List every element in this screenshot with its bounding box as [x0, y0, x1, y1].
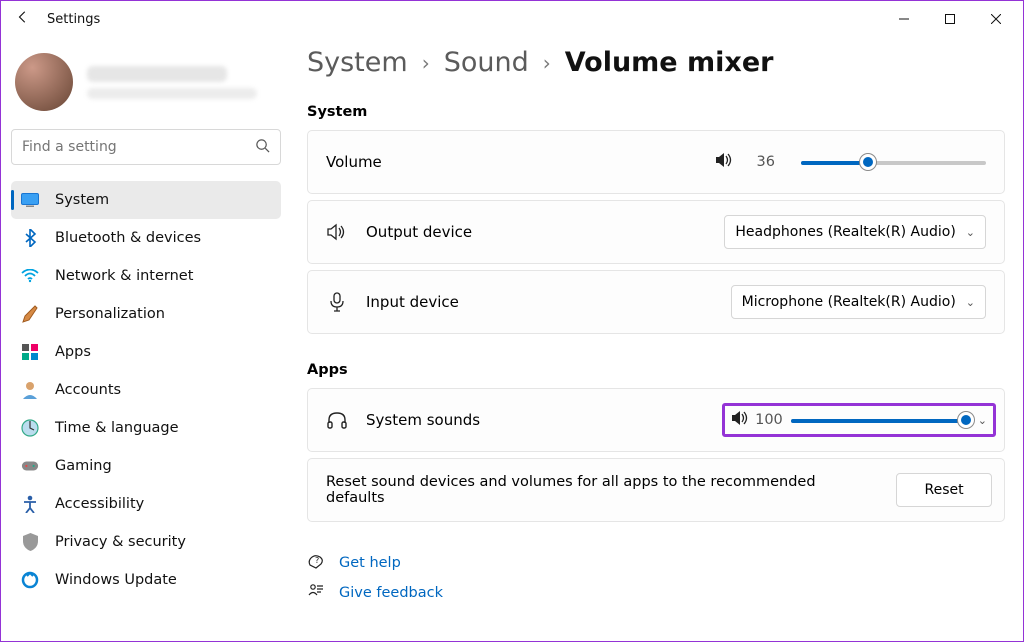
volume-card: Volume 36	[307, 130, 1005, 194]
nav-item-windows-update[interactable]: Windows Update	[11, 561, 281, 599]
reset-button[interactable]: Reset	[896, 473, 992, 507]
app-title: Settings	[47, 12, 100, 27]
nav-item-label: Time & language	[55, 420, 179, 436]
give-feedback-link[interactable]: Give feedback	[307, 578, 1005, 608]
search-box[interactable]	[11, 129, 281, 165]
search-input[interactable]	[22, 139, 255, 155]
volume-label: Volume	[326, 153, 382, 171]
display-icon	[21, 191, 39, 209]
input-device-dropdown[interactable]: Microphone (Realtek(R) Audio) ⌄	[731, 285, 986, 319]
get-help-link[interactable]: ? Get help	[307, 548, 1005, 578]
system-sounds-value: 100	[755, 412, 783, 428]
nav-list: System Bluetooth & devices Network & int…	[11, 181, 281, 599]
input-label: Input device	[366, 293, 459, 311]
get-help-label: Get help	[339, 555, 401, 571]
headphones-icon	[326, 411, 348, 429]
bluetooth-icon	[21, 229, 39, 247]
chevron-down-icon[interactable]: ⌄	[978, 414, 987, 427]
svg-text:?: ?	[315, 556, 319, 565]
microphone-icon	[326, 292, 348, 312]
search-icon	[255, 138, 270, 157]
breadcrumb-system[interactable]: System	[307, 47, 408, 78]
window-minimize-button[interactable]	[881, 3, 927, 35]
nav-item-personalization[interactable]: Personalization	[11, 295, 281, 333]
output-device-selected: Headphones (Realtek(R) Audio)	[735, 224, 955, 240]
speaker-icon[interactable]	[731, 410, 749, 430]
system-sounds-slider[interactable]	[791, 410, 966, 430]
nav-item-label: System	[55, 192, 109, 208]
breadcrumb-sound[interactable]: Sound	[444, 47, 529, 78]
user-profile[interactable]	[15, 53, 277, 111]
window-close-button[interactable]	[973, 3, 1019, 35]
input-device-selected: Microphone (Realtek(R) Audio)	[742, 294, 956, 310]
help-icon: ?	[307, 553, 325, 573]
breadcrumb: System › Sound › Volume mixer	[307, 47, 1005, 78]
output-device-dropdown[interactable]: Headphones (Realtek(R) Audio) ⌄	[724, 215, 986, 249]
reset-card: Reset sound devices and volumes for all …	[307, 458, 1005, 522]
nav-item-accessibility[interactable]: Accessibility	[11, 485, 281, 523]
output-label: Output device	[366, 223, 472, 241]
nav-item-bluetooth[interactable]: Bluetooth & devices	[11, 219, 281, 257]
shield-icon	[21, 533, 39, 551]
back-button[interactable]	[5, 10, 41, 28]
system-sounds-card[interactable]: System sounds 100 ⌄	[307, 388, 1005, 452]
input-device-card: Input device Microphone (Realtek(R) Audi…	[307, 270, 1005, 334]
speaker-icon[interactable]	[715, 152, 733, 172]
breadcrumb-current: Volume mixer	[565, 47, 774, 78]
nav-item-apps[interactable]: Apps	[11, 333, 281, 371]
nav-item-label: Personalization	[55, 306, 165, 322]
volume-value: 36	[757, 154, 775, 170]
feedback-icon	[307, 583, 325, 603]
update-icon	[21, 571, 39, 589]
chevron-down-icon: ⌄	[966, 296, 975, 309]
speaker-out-icon	[326, 223, 348, 241]
nav-item-label: Privacy & security	[55, 534, 186, 550]
nav-item-label: Apps	[55, 344, 91, 360]
nav-item-accounts[interactable]: Accounts	[11, 371, 281, 409]
chevron-right-icon: ›	[543, 51, 551, 75]
nav-item-system[interactable]: System	[11, 181, 281, 219]
avatar	[15, 53, 73, 111]
globe-clock-icon	[21, 419, 39, 437]
nav-item-time-language[interactable]: Time & language	[11, 409, 281, 447]
section-header-system: System	[307, 104, 1005, 120]
nav-item-label: Accounts	[55, 382, 121, 398]
user-name-block	[87, 66, 257, 99]
paintbrush-icon	[21, 305, 39, 323]
accessibility-icon	[21, 495, 39, 513]
gamepad-icon	[21, 457, 39, 475]
section-header-apps: Apps	[307, 362, 1005, 378]
nav-item-label: Gaming	[55, 458, 112, 474]
nav-item-network[interactable]: Network & internet	[11, 257, 281, 295]
reset-description: Reset sound devices and volumes for all …	[326, 474, 878, 506]
give-feedback-label: Give feedback	[339, 585, 443, 601]
output-device-card: Output device Headphones (Realtek(R) Aud…	[307, 200, 1005, 264]
nav-item-label: Accessibility	[55, 496, 144, 512]
nav-item-label: Bluetooth & devices	[55, 230, 201, 246]
window-maximize-button[interactable]	[927, 3, 973, 35]
apps-icon	[21, 343, 39, 361]
nav-item-label: Windows Update	[55, 572, 177, 588]
system-sounds-label: System sounds	[366, 411, 480, 429]
nav-item-privacy[interactable]: Privacy & security	[11, 523, 281, 561]
nav-item-gaming[interactable]: Gaming	[11, 447, 281, 485]
chevron-down-icon: ⌄	[966, 226, 975, 239]
chevron-right-icon: ›	[422, 51, 430, 75]
wifi-icon	[21, 267, 39, 285]
annotation-highlight: 100 ⌄	[722, 403, 996, 437]
volume-slider[interactable]	[801, 152, 986, 172]
person-icon	[21, 381, 39, 399]
nav-item-label: Network & internet	[55, 268, 193, 284]
